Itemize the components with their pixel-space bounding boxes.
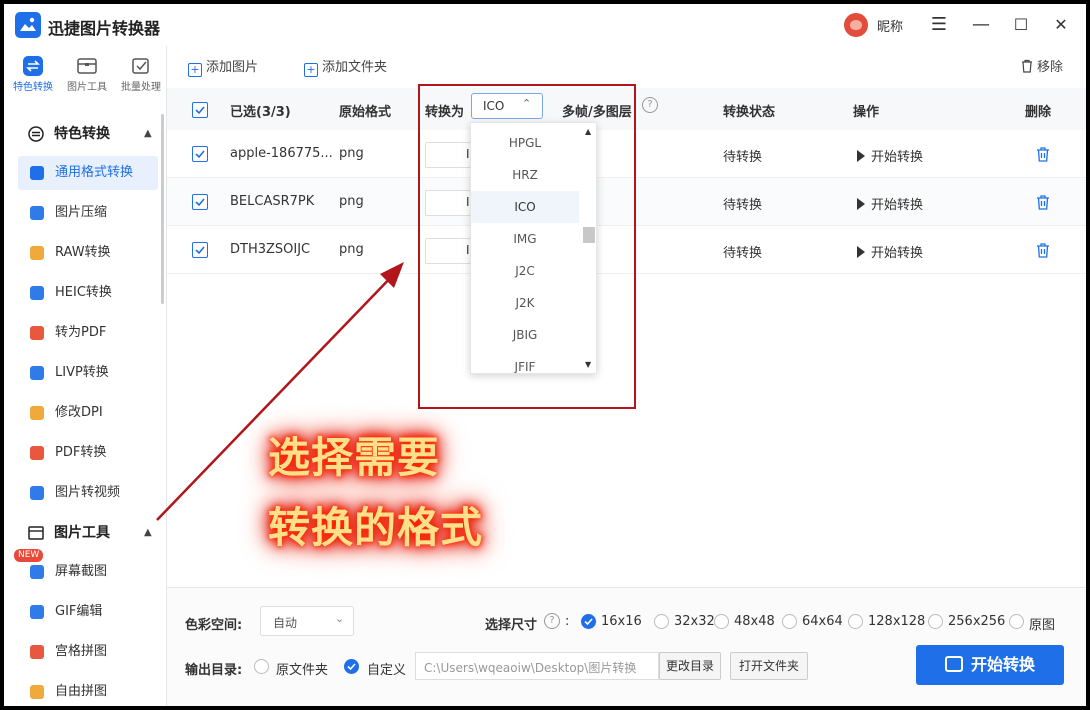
annotation-line1: 选择需要 [268, 433, 441, 482]
change-dir-button[interactable]: 更改目录 [659, 652, 721, 680]
output-path-input[interactable]: C:\Users\wqeaoiw\Desktop\图片转换 [415, 652, 659, 680]
size-label: 64x64 [802, 614, 843, 629]
output-original-label: 原文件夹 [276, 663, 329, 678]
chevron-down-icon: ⌄ [335, 612, 345, 625]
size-label: 16x16 [601, 614, 642, 629]
output-original-radio[interactable] [254, 659, 269, 674]
size-radio[interactable] [581, 614, 596, 629]
size-radio[interactable] [848, 614, 863, 629]
help-icon[interactable]: ? [544, 613, 560, 629]
output-custom-radio[interactable] [344, 659, 359, 674]
output-path-text: C:\Users\wqeaoiw\Desktop\图片转换 [424, 661, 637, 675]
size-label: 选择尺寸 [485, 618, 538, 633]
open-folder-button[interactable]: 打开文件夹 [730, 652, 808, 680]
size-radio[interactable] [1009, 614, 1024, 629]
size-label: 32x32 [674, 614, 715, 629]
size-radio[interactable] [714, 614, 729, 629]
size-label: 128x128 [868, 614, 926, 629]
size-radio[interactable] [782, 614, 797, 629]
size-radio[interactable] [928, 614, 943, 629]
annotation-line2: 转换的格式 [268, 503, 484, 552]
output-label: 输出目录: [185, 663, 243, 678]
colon-text: : [565, 614, 570, 629]
app-window: 迅捷图片转换器 昵称 ☰ — ☐ ✕ 特色转换 图片工具 批量处理 特色转换 ▲… [4, 4, 1086, 706]
color-space-select[interactable]: 自动 ⌄ [260, 606, 354, 636]
convert-icon [944, 656, 963, 672]
output-custom-label: 自定义 [367, 663, 407, 678]
size-label: 48x48 [734, 614, 775, 629]
size-label: 256x256 [948, 614, 1006, 629]
start-convert-button[interactable]: 开始转换 [916, 645, 1064, 685]
size-radio[interactable] [654, 614, 669, 629]
start-convert-label: 开始转换 [970, 655, 1035, 674]
color-space-label: 色彩空间: [185, 618, 243, 633]
color-space-value: 自动 [273, 616, 298, 630]
size-label: 原图 [1029, 618, 1056, 633]
